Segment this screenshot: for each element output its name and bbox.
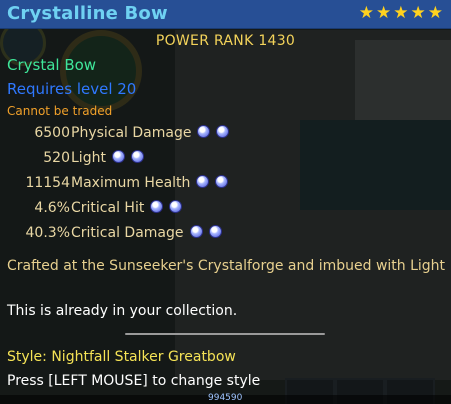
style-label: Style: Nightfall Stalker Greatbow [7, 349, 236, 365]
star-icon: ★ [410, 3, 426, 23]
power-rank: POWER RANK 1430 [155, 33, 296, 49]
stat-value: 11154 [25, 175, 70, 191]
gem-socket-icon [130, 150, 144, 163]
rarity-stars: ★ ★ ★ ★ ★ [359, 3, 443, 23]
stat-name: Critical Hit [71, 200, 183, 216]
trade-restriction: Cannot be traded [7, 104, 113, 118]
collection-status: This is already in your collection. [7, 303, 238, 319]
stat-name: Maximum Health [71, 175, 229, 191]
gem-socket-icon [189, 225, 203, 238]
star-icon: ★ [427, 3, 443, 23]
stat-value: 40.3% [25, 225, 70, 241]
stat-label: Critical Damage [71, 225, 184, 241]
gem-socket-icon [150, 200, 164, 213]
item-description: Crafted at the Sunseeker's Crystalforge … [7, 258, 446, 274]
gem-socket-icon [216, 125, 230, 138]
stat-value: 520 [43, 150, 70, 166]
style-hint: Press [LEFT MOUSE] to change style [7, 373, 261, 389]
divider [125, 333, 325, 335]
gem-socket-icon [196, 175, 210, 188]
gem-socket-icon [215, 175, 229, 188]
stat-label: Maximum Health [71, 175, 191, 191]
stat-label: Critical Hit [71, 200, 145, 216]
star-icon: ★ [358, 3, 374, 23]
stat-label: Light [71, 150, 106, 166]
stat-name: Physical Damage [71, 125, 230, 141]
item-title: Crystalline Bow [7, 3, 168, 24]
gem-socket-icon [208, 225, 222, 238]
item-type: Crystal Bow [7, 56, 97, 74]
item-tooltip: Crystalline Bow ★ ★ ★ ★ ★ POWER RANK 1430 Cr… [0, 0, 451, 404]
star-icon: ★ [393, 3, 409, 23]
stat-name: Critical Damage [71, 225, 222, 241]
level-requirement: Requires level 20 [7, 80, 137, 98]
gem-socket-icon [197, 125, 211, 138]
stat-label: Physical Damage [71, 125, 192, 141]
stat-value: 4.6% [34, 200, 70, 216]
hotbar-counter: 994590 [208, 393, 243, 403]
stat-value: 6500 [34, 125, 70, 141]
gem-socket-icon [169, 200, 183, 213]
gem-socket-icon [111, 150, 125, 163]
stat-name: Light [71, 150, 144, 166]
star-icon: ★ [376, 3, 392, 23]
tooltip-header: Crystalline Bow ★ ★ ★ ★ ★ [0, 0, 451, 29]
